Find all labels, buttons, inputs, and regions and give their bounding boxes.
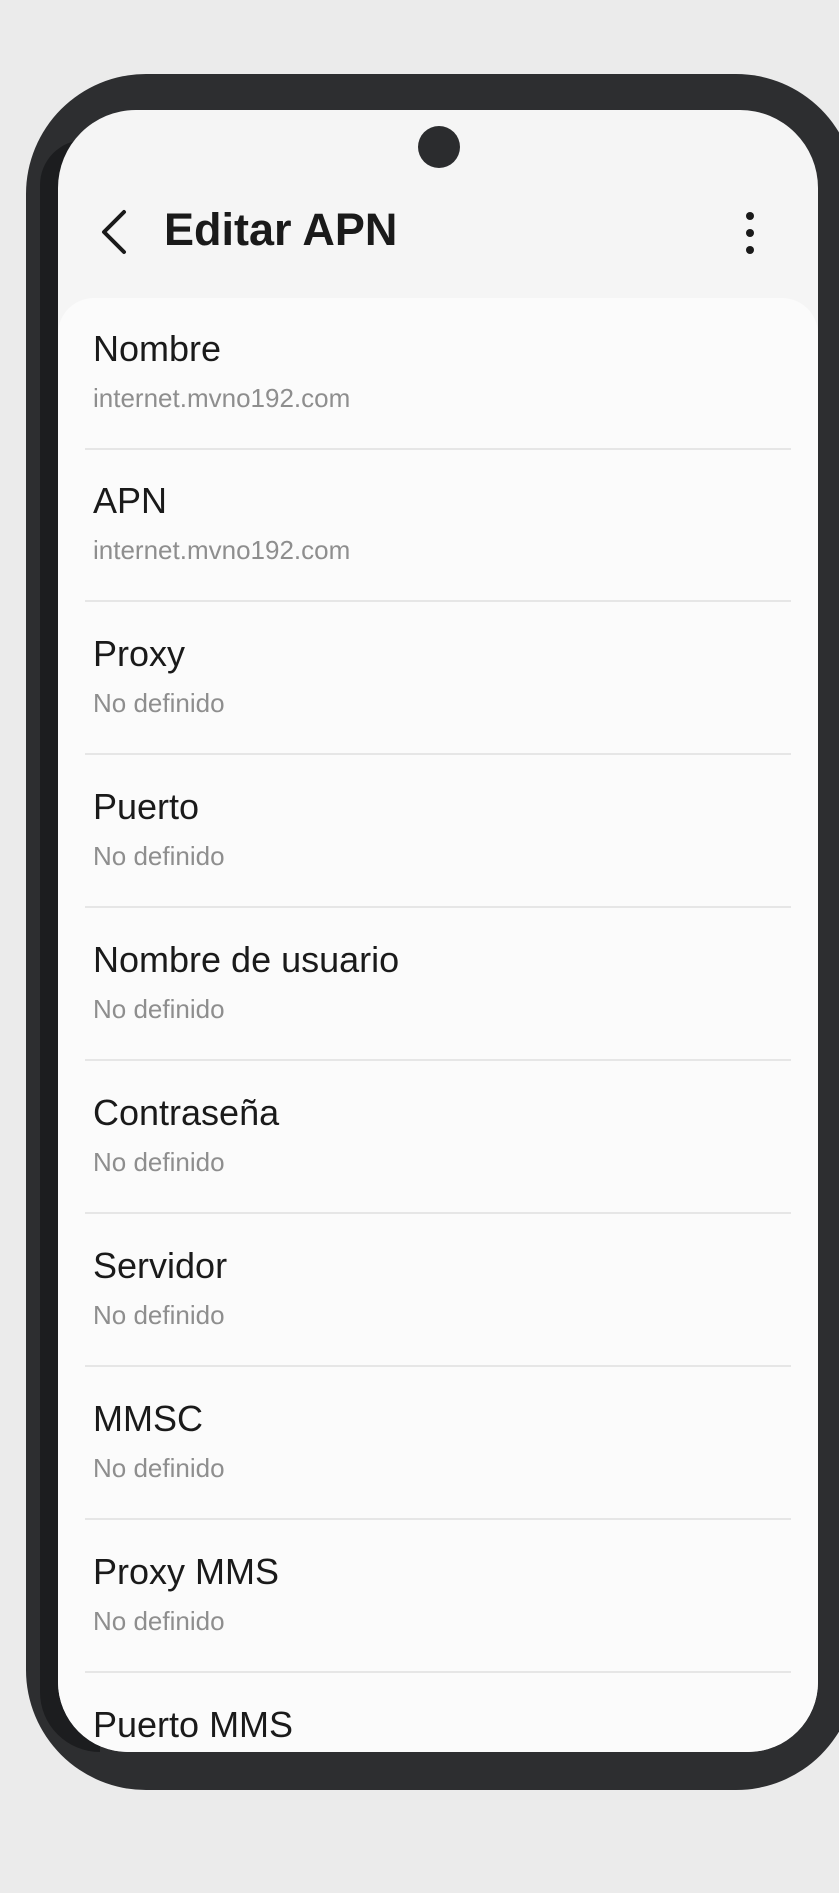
setting-label: MMSC: [93, 1398, 203, 1439]
row-divider: [85, 1059, 791, 1061]
setting-row-puerto-mms[interactable]: Puerto MMS: [58, 1674, 818, 1752]
row-divider: [85, 1518, 791, 1520]
page-title: Editar APN: [164, 204, 398, 255]
setting-label: Puerto: [93, 786, 200, 827]
setting-row-mmsc[interactable]: MMSC No definido: [58, 1368, 818, 1520]
settings-list: Nombre internet.mvno192.com APN internet…: [58, 298, 818, 1752]
setting-label: Servidor: [93, 1245, 228, 1286]
setting-label: Puerto MMS: [93, 1704, 294, 1745]
setting-row-nombre[interactable]: Nombre internet.mvno192.com: [58, 298, 818, 450]
row-divider: [85, 1212, 791, 1214]
setting-row-proxy-mms[interactable]: Proxy MMS No definido: [58, 1521, 818, 1673]
setting-label: Proxy MMS: [93, 1551, 280, 1592]
setting-row-proxy[interactable]: Proxy No definido: [58, 603, 818, 755]
stage: Editar APN Nombre internet.mvno192.com A…: [0, 0, 839, 1893]
setting-label: APN: [93, 480, 168, 521]
setting-row-nombre-de-usuario[interactable]: Nombre de usuario No definido: [58, 909, 818, 1061]
phone-screen: Editar APN Nombre internet.mvno192.com A…: [58, 110, 818, 1752]
setting-label: Nombre: [93, 328, 222, 369]
setting-value: No definido: [93, 1147, 225, 1177]
row-divider: [85, 600, 791, 602]
setting-row-puerto[interactable]: Puerto No definido: [58, 756, 818, 908]
setting-value: No definido: [93, 1453, 225, 1483]
setting-row-servidor[interactable]: Servidor No definido: [58, 1215, 818, 1367]
setting-value: No definido: [93, 841, 225, 871]
setting-value: No definido: [93, 994, 225, 1024]
setting-value: internet.mvno192.com: [93, 383, 351, 413]
row-divider: [85, 1365, 791, 1367]
front-camera: [418, 126, 460, 168]
setting-label: Proxy: [93, 633, 186, 674]
row-divider: [85, 753, 791, 755]
setting-row-apn[interactable]: APN internet.mvno192.com: [58, 450, 818, 602]
more-vertical-icon[interactable]: [730, 206, 770, 260]
setting-value: internet.mvno192.com: [93, 535, 351, 565]
setting-label: Nombre de usuario: [93, 939, 400, 980]
row-divider: [85, 906, 791, 908]
setting-row-contrasena[interactable]: Contraseña No definido: [58, 1062, 818, 1214]
setting-value: No definido: [93, 1300, 225, 1330]
row-divider: [85, 1671, 791, 1673]
chevron-left-icon[interactable]: [94, 202, 134, 262]
setting-value: No definido: [93, 1606, 225, 1636]
setting-label: Contraseña: [93, 1092, 280, 1133]
setting-value: No definido: [93, 688, 225, 718]
